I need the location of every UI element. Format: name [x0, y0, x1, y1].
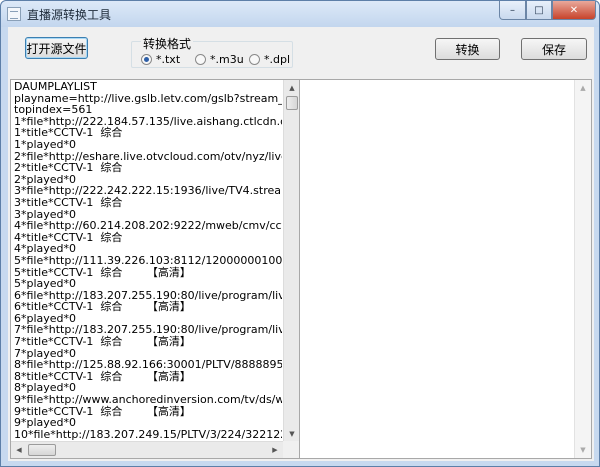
maximize-button[interactable]: □	[526, 1, 552, 20]
source-text-line: 7*title*CCTV-1 综合 【高清】	[14, 335, 191, 349]
radio-m3u-label: *.m3u	[210, 53, 244, 66]
source-text-line: 10*file*http://183.207.249.15/PLTV/3/224…	[14, 427, 282, 441]
source-text-line: 4*file*http://60.214.208.202:9222/mweb/c…	[14, 219, 282, 233]
app-icon	[7, 7, 21, 21]
client-area: 打开源文件 转换格式 *.txt *.m3u *.dpl 转换 保存 DAUMP…	[8, 27, 594, 461]
radio-txt-label: *.txt	[156, 53, 181, 66]
radio-dpl[interactable]: *.dpl	[249, 53, 290, 66]
source-text-line: 9*file*http://www.anchoredinversion.com/…	[14, 393, 282, 407]
scroll-down-icon[interactable]: ▼	[284, 426, 300, 442]
open-source-file-button[interactable]: 打开源文件	[25, 37, 88, 59]
scroll-down-icon[interactable]: ▼	[575, 442, 591, 458]
output-vertical-scrollbar[interactable]: ▲ ▼	[574, 80, 591, 458]
source-textarea[interactable]: DAUMPLAYLIST playname=http://live.gslb.le…	[10, 79, 301, 459]
close-button[interactable]: ✕	[552, 1, 596, 20]
scroll-corner	[283, 441, 300, 458]
source-text-line: 2*title*CCTV-1 综合	[14, 161, 123, 175]
window-title: 直播源转换工具	[27, 8, 112, 22]
source-horizontal-scrollbar[interactable]: ◀ ▶	[11, 441, 283, 458]
source-text-line: 3*title*CCTV-1 综合	[14, 195, 123, 209]
scroll-up-icon[interactable]: ▲	[284, 80, 300, 96]
radio-indicator-icon	[249, 54, 260, 65]
output-textarea[interactable]: ▲ ▼	[299, 79, 592, 459]
minimize-button[interactable]: –	[499, 1, 526, 20]
scroll-up-icon[interactable]: ▲	[575, 80, 591, 96]
radio-indicator-icon	[195, 54, 206, 65]
convert-button[interactable]: 转换	[435, 38, 500, 60]
radio-txt[interactable]: *.txt	[141, 53, 180, 66]
source-vertical-scrollbar[interactable]: ▲ ▼	[283, 80, 300, 442]
source-text-line: 5*file*http://111.39.226.103:8112/120000…	[14, 253, 282, 267]
scroll-thumb[interactable]	[28, 444, 56, 456]
radio-dpl-label: *.dpl	[264, 53, 291, 66]
source-text-line: 1*played*0	[14, 137, 77, 151]
app-window: 直播源转换工具 – □ ✕ 打开源文件 转换格式 *.txt *.m3u *.d…	[0, 0, 600, 467]
source-text-content[interactable]: DAUMPLAYLIST playname=http://live.gslb.le…	[14, 81, 282, 443]
title-bar[interactable]: 直播源转换工具 – □ ✕	[1, 1, 599, 27]
save-button[interactable]: 保存	[521, 38, 587, 60]
format-group-label: 转换格式	[141, 35, 194, 52]
radio-m3u[interactable]: *.m3u	[195, 53, 244, 66]
scroll-left-icon[interactable]: ◀	[11, 442, 27, 458]
scroll-thumb[interactable]	[286, 96, 298, 110]
radio-indicator-icon	[141, 54, 152, 65]
source-text-line: 5*played*0	[14, 277, 77, 291]
source-text-line: DAUMPLAYLIST	[14, 81, 97, 93]
scroll-right-icon[interactable]: ▶	[267, 442, 283, 458]
